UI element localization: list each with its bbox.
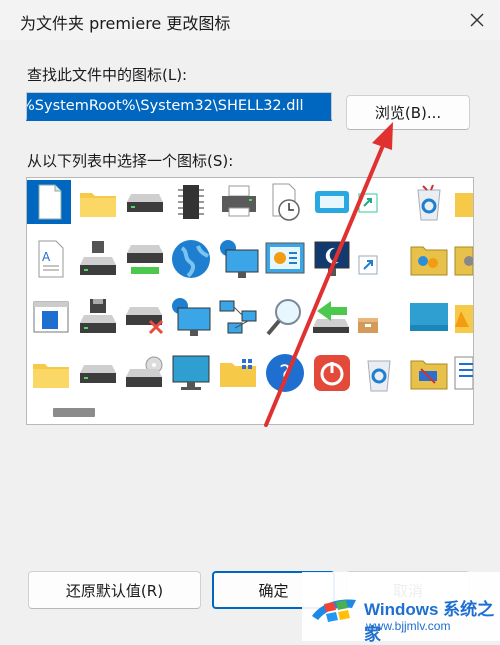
clock-document-icon <box>272 183 300 221</box>
magnifier-icon <box>266 299 301 336</box>
icon-folder-grid[interactable] <box>217 351 261 395</box>
window-sidebar-icon <box>33 301 69 333</box>
chip-icon <box>178 185 204 219</box>
icon-moon-monitor[interactable] <box>310 237 354 281</box>
close-button[interactable] <box>454 0 500 40</box>
server-drive-icon <box>80 241 116 275</box>
icon-globe-monitor[interactable] <box>169 295 213 339</box>
icon-folder[interactable] <box>76 180 120 224</box>
presentation-board-icon <box>265 242 305 274</box>
drive-error-icon <box>126 307 164 335</box>
windows-logo-icon <box>312 599 356 622</box>
recycle-bin-empty-icon <box>367 360 391 392</box>
horizontal-scrollbar-thumb[interactable] <box>53 408 95 417</box>
close-icon <box>470 13 484 27</box>
teal-panel-icon <box>410 303 448 331</box>
icon-green-back-arrow[interactable] <box>310 295 354 339</box>
icon-folder-partial[interactable] <box>451 180 473 224</box>
icon-window-card[interactable] <box>310 180 354 224</box>
icon-teal-panel[interactable] <box>407 295 451 339</box>
monitor-icon <box>172 355 210 390</box>
folder-icon <box>80 193 116 217</box>
watermark-url: www.bjjmlv.com <box>366 619 451 633</box>
icon-printer[interactable] <box>217 180 261 224</box>
plain-folder-icon <box>33 364 69 388</box>
green-back-arrow-icon <box>313 301 349 333</box>
icon-folder-yellow-partial[interactable] <box>451 295 473 339</box>
path-field[interactable] <box>26 92 332 121</box>
floppy-drive-icon <box>80 299 116 333</box>
icon-box[interactable] <box>353 310 383 340</box>
globe-monitor-icon <box>172 298 211 336</box>
network-monitor-icon <box>220 240 259 278</box>
drive-icon <box>127 194 163 212</box>
icon-window-sidebar[interactable] <box>29 295 73 339</box>
share-shortcut-icon <box>358 193 378 213</box>
printer-icon <box>222 185 256 217</box>
icon-presentation-board[interactable] <box>263 237 307 281</box>
icon-green-drive[interactable] <box>123 237 167 281</box>
title-bar: 为文件夹 premiere 更改图标 <box>0 0 500 40</box>
path-input[interactable] <box>27 93 331 119</box>
find-label: 查找此文件中的图标(L): <box>27 66 188 84</box>
icon-monitor[interactable] <box>169 351 213 395</box>
folder-people-icon <box>410 246 448 276</box>
icon-globe[interactable] <box>169 237 213 281</box>
globe-icon <box>172 240 210 278</box>
box-icon <box>358 318 378 333</box>
svg-text:A: A <box>42 250 51 264</box>
icon-network-monitor[interactable] <box>217 237 261 281</box>
icon-chip[interactable] <box>169 180 213 224</box>
folder-partial-icon <box>455 193 473 217</box>
moon-monitor-icon <box>314 241 350 276</box>
icon-clock-document[interactable] <box>263 180 307 224</box>
folder-grid-icon <box>220 359 256 387</box>
watermark: Windows 系统之家 www.bjjmlv.com <box>302 572 500 644</box>
icon-recycle-bin-full[interactable] <box>407 180 451 224</box>
browse-button[interactable]: 浏览(B)... <box>346 95 470 130</box>
folder-tools-icon <box>410 360 448 390</box>
icon-plain-folder[interactable] <box>29 351 73 395</box>
icon-network-computers[interactable] <box>217 295 261 339</box>
recycle-bin-full-icon <box>417 184 441 221</box>
window-title: 为文件夹 premiere 更改图标 <box>20 14 231 33</box>
icon-cd-drive[interactable] <box>123 351 167 395</box>
icon-shortcut-arrow[interactable] <box>353 250 383 280</box>
power-icon <box>314 355 350 391</box>
icon-folder-tools[interactable] <box>407 351 451 395</box>
cd-drive-icon <box>126 356 163 387</box>
green-drive-icon <box>127 245 163 274</box>
folder-gear-partial-icon <box>454 246 473 276</box>
icon-text-document[interactable]: A <box>29 237 73 281</box>
icon-floppy-drive[interactable] <box>76 295 120 339</box>
icon-power[interactable] <box>310 351 354 395</box>
help-icon: ? <box>266 354 304 392</box>
icon-server-drive[interactable] <box>76 237 120 281</box>
icon-folder-people[interactable] <box>407 237 451 281</box>
icon-folder-gear-partial[interactable] <box>451 237 473 281</box>
icon-recycle-bin-empty[interactable] <box>357 351 401 395</box>
icon-magnifier[interactable] <box>263 295 307 339</box>
icon-blank-document[interactable] <box>27 180 71 224</box>
list-label: 从以下列表中选择一个图标(S): <box>27 152 234 170</box>
window-card-icon <box>315 191 349 213</box>
network-computers-icon <box>219 300 257 334</box>
icon-sidebar-partial[interactable] <box>451 351 473 395</box>
text-document-icon: A <box>38 240 64 278</box>
icon-drive-small[interactable] <box>76 351 120 395</box>
drive-small-icon <box>80 365 116 383</box>
blank-document-icon <box>38 184 62 220</box>
icon-drive[interactable] <box>123 180 167 224</box>
sidebar-partial-icon <box>454 356 473 390</box>
icon-share-shortcut[interactable] <box>353 188 383 218</box>
icon-help[interactable]: ? <box>263 351 307 395</box>
shortcut-arrow-icon <box>358 255 378 275</box>
icon-drive-error[interactable] <box>123 295 167 339</box>
folder-yellow-partial-icon <box>455 305 473 333</box>
svg-text:?: ? <box>279 362 291 387</box>
restore-defaults-button[interactable]: 还原默认值(R) <box>28 571 201 609</box>
icon-list[interactable]: A ? <box>26 177 474 425</box>
